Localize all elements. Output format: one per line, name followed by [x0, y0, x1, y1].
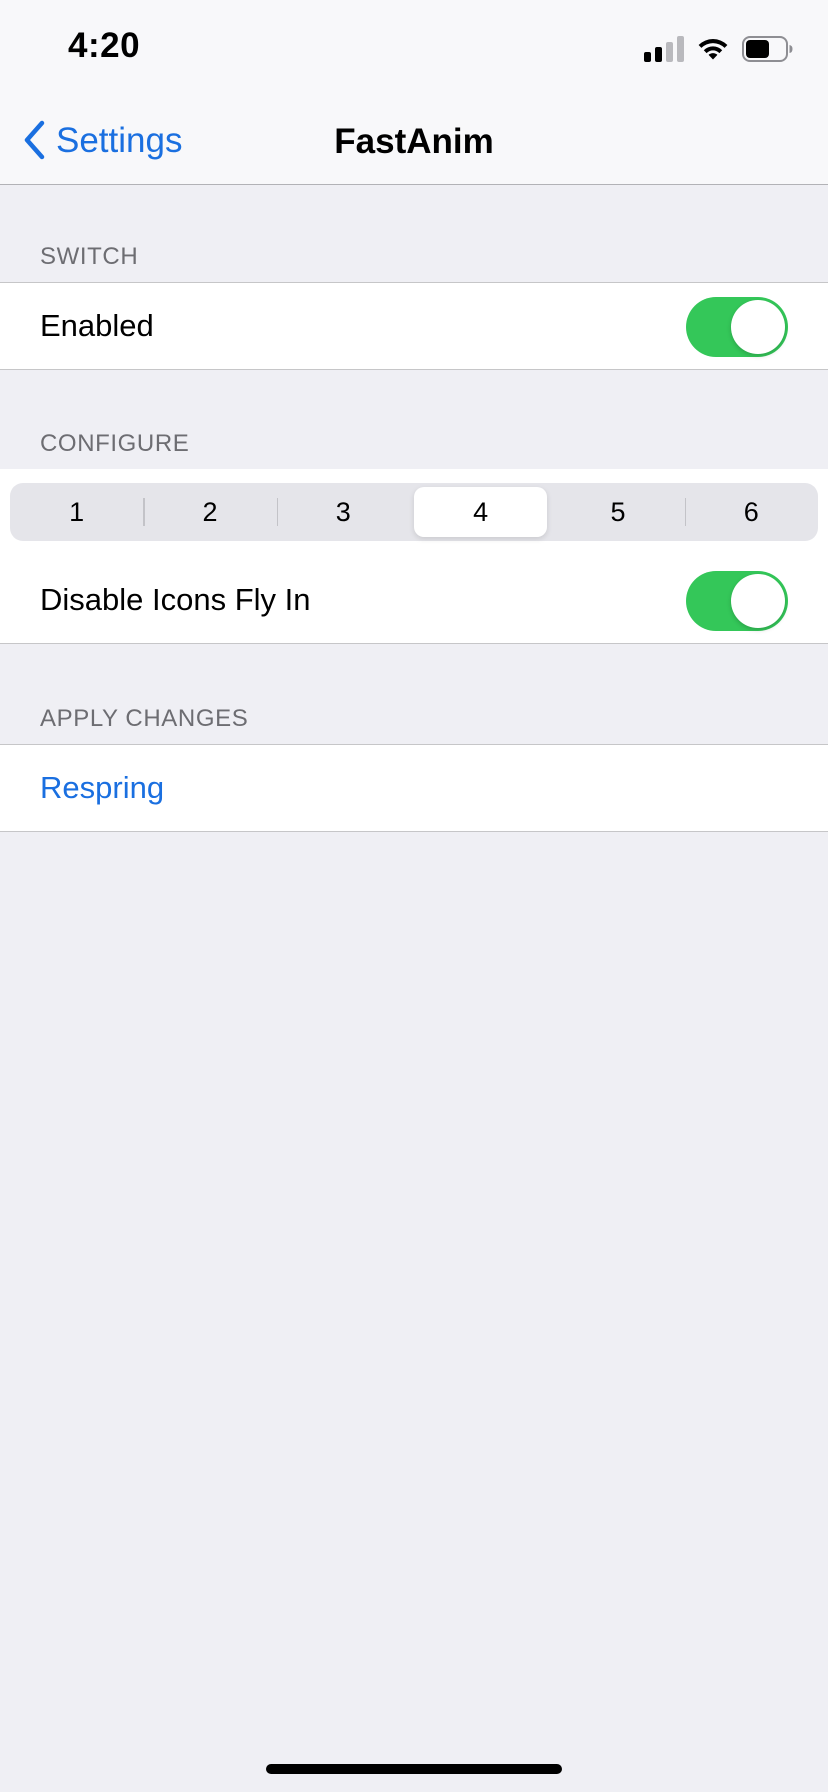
- segment-1[interactable]: 1: [10, 483, 143, 541]
- apply-group: Respring: [0, 744, 828, 832]
- wifi-icon: [698, 39, 728, 60]
- status-icons: [644, 36, 794, 62]
- segment-4[interactable]: 4: [413, 487, 548, 537]
- enabled-cell: Enabled: [0, 283, 828, 369]
- segment-6[interactable]: 6: [684, 483, 818, 541]
- page-title: FastAnim: [334, 122, 494, 161]
- cellular-signal-icon: [644, 36, 684, 62]
- status-bar: 4:20: [0, 0, 828, 96]
- respring-cell[interactable]: Respring: [0, 745, 828, 831]
- configure-group: 123456 Disable Icons Fly In: [0, 469, 828, 644]
- disable-icons-label: Disable Icons Fly In: [40, 582, 311, 617]
- navigation-bar: Settings FastAnim: [0, 96, 828, 185]
- home-indicator: [266, 1764, 562, 1774]
- switch-group: Enabled: [0, 282, 828, 370]
- battery-icon: [742, 36, 793, 62]
- enabled-toggle[interactable]: [686, 297, 788, 357]
- segment-3[interactable]: 3: [276, 483, 410, 541]
- respring-button[interactable]: Respring: [40, 745, 164, 831]
- section-header-apply: APPLY CHANGES: [40, 705, 249, 732]
- disable-icons-cell: Disable Icons Fly In: [0, 557, 828, 643]
- enabled-label: Enabled: [40, 308, 154, 343]
- section-header-switch: SWITCH: [40, 243, 139, 270]
- segmented-control: 123456: [10, 483, 818, 541]
- segment-2[interactable]: 2: [143, 483, 276, 541]
- status-time: 4:20: [68, 26, 141, 65]
- segment-5[interactable]: 5: [551, 483, 684, 541]
- segmented-cell: 123456: [0, 469, 828, 557]
- toggle-knob: [731, 300, 785, 354]
- toggle-knob: [731, 574, 785, 628]
- section-header-configure: CONFIGURE: [40, 430, 190, 457]
- disable-icons-toggle[interactable]: [686, 571, 788, 631]
